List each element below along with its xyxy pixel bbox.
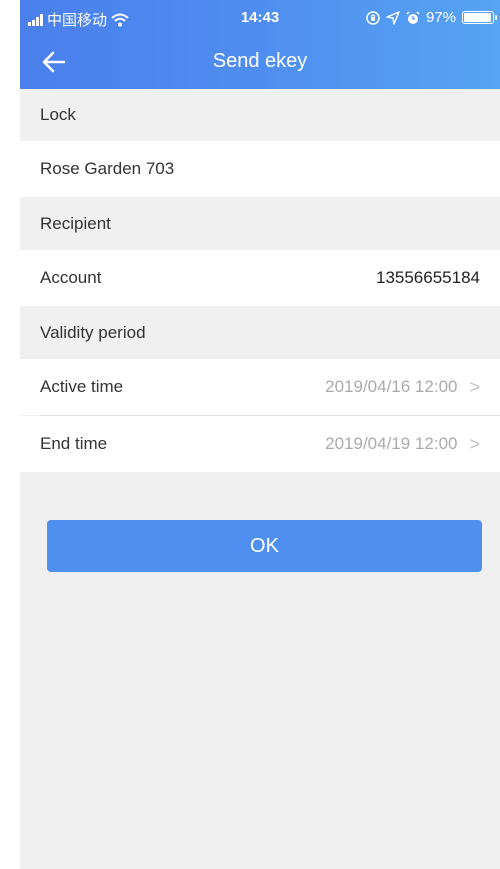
nav-bar: Send ekey bbox=[20, 40, 500, 84]
active-time-value: 2019/04/16 12:00 bbox=[325, 377, 458, 396]
section-validity-label: Validity period bbox=[40, 322, 146, 342]
battery-percent: 97% bbox=[425, 9, 456, 26]
status-right: 97% bbox=[366, 9, 497, 26]
lock-name: Rose Garden 703 bbox=[40, 159, 175, 178]
section-lock-label: Lock bbox=[40, 105, 76, 124]
section-recipient-label: Recipient bbox=[40, 213, 111, 233]
battery-icon bbox=[462, 11, 497, 24]
account-row[interactable]: Account 13556655184 bbox=[20, 250, 500, 306]
header: 中国移动 14:43 97% Send ekey bbox=[20, 0, 500, 89]
end-time-label: End time bbox=[40, 434, 108, 453]
app-screen: 中国移动 14:43 97% Send ekey Lock Rose Garde… bbox=[20, 0, 500, 869]
ok-button[interactable]: OK bbox=[47, 520, 482, 572]
page-title: Send ekey bbox=[212, 50, 308, 72]
end-time-value: 2019/04/19 12:00 bbox=[325, 434, 458, 453]
active-time-label: Active time bbox=[40, 377, 124, 396]
end-time-row[interactable]: End time 2019/04/19 12:00 > bbox=[20, 416, 500, 472]
section-recipient: Recipient bbox=[20, 197, 500, 250]
section-validity: Validity period bbox=[20, 306, 500, 359]
chevron-right-icon: > bbox=[469, 433, 480, 454]
chevron-right-icon: > bbox=[469, 376, 480, 397]
account-label: Account bbox=[40, 268, 102, 287]
account-value[interactable]: 13556655184 bbox=[376, 268, 480, 288]
alarm-icon bbox=[406, 10, 420, 24]
lock-name-row: Rose Garden 703 bbox=[20, 141, 500, 197]
section-lock: Lock bbox=[20, 89, 500, 141]
location-icon bbox=[386, 10, 400, 25]
lock-rotation-icon bbox=[366, 10, 380, 25]
active-time-row[interactable]: Active time 2019/04/16 12:00 > bbox=[20, 359, 500, 415]
status-bar: 中国移动 14:43 97% bbox=[20, 0, 500, 34]
